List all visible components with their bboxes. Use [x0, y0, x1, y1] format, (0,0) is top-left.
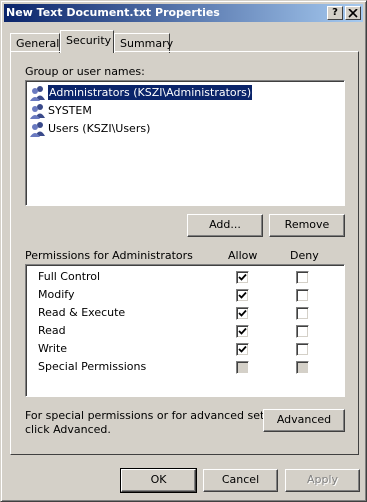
tab-general[interactable]: General — [10, 33, 60, 53]
user-group-icon — [30, 85, 45, 101]
permission-name: Full Control — [38, 270, 101, 283]
cancel-button[interactable]: Cancel — [203, 469, 278, 492]
group-names-label: Group or user names: — [25, 65, 145, 78]
allow-header: Allow — [228, 249, 258, 262]
permissions-list: Full Control Modify Read & Execute Read Writ… — [25, 264, 345, 397]
advanced-hint-line1: For special permissions or for advanced … — [25, 409, 295, 422]
user-name: SYSTEM — [48, 104, 92, 117]
allow-checkbox[interactable] — [236, 271, 249, 284]
permissions-label: Permissions for Administrators — [25, 249, 193, 262]
close-icon — [348, 8, 358, 18]
deny-checkbox[interactable] — [296, 325, 309, 338]
permission-row: Read & Execute — [38, 306, 125, 324]
permission-row: Full Control — [38, 270, 100, 288]
deny-checkbox — [296, 361, 309, 374]
permission-row: Read — [38, 324, 66, 342]
checkmark-icon — [238, 345, 247, 353]
apply-button[interactable]: Apply — [285, 469, 360, 492]
tab-security-label: Security — [66, 34, 112, 47]
tab-summary[interactable]: Summary — [114, 33, 174, 53]
list-item[interactable]: Users (KSZI\Users) — [30, 120, 153, 137]
user-group-icon — [30, 103, 45, 119]
allow-checkbox[interactable] — [236, 325, 249, 338]
tab-summary-label: Summary — [120, 37, 174, 50]
window-title: New Text Document.txt Properties — [6, 6, 220, 19]
permission-row: Special Permissions — [38, 360, 146, 378]
deny-checkbox[interactable] — [296, 343, 309, 356]
user-group-icon — [30, 121, 45, 137]
allow-checkbox[interactable] — [236, 307, 249, 320]
allow-checkbox[interactable] — [236, 343, 249, 356]
deny-checkbox[interactable] — [296, 271, 309, 284]
deny-checkbox[interactable] — [296, 307, 309, 320]
allow-checkbox — [236, 361, 249, 374]
security-panel: Group or user names: Administrators (KSZ… — [10, 51, 359, 455]
ok-button[interactable]: OK — [120, 468, 197, 493]
tab-general-label: General — [16, 37, 60, 50]
remove-button[interactable]: Remove — [269, 214, 345, 237]
add-button[interactable]: Add... — [187, 214, 263, 237]
user-name: Administrators (KSZI\Administrators) — [48, 85, 253, 100]
close-button[interactable] — [345, 6, 361, 20]
checkmark-icon — [238, 291, 247, 299]
advanced-button[interactable]: Advanced — [263, 409, 345, 432]
user-name: Users (KSZI\Users) — [48, 122, 151, 135]
allow-checkbox[interactable] — [236, 289, 249, 302]
properties-dialog: New Text Document.txt Properties ? Gener… — [0, 0, 367, 502]
permission-name: Write — [38, 342, 68, 355]
user-listbox[interactable]: Administrators (KSZI\Administrators) SYS… — [25, 80, 345, 206]
permission-name: Special Permissions — [38, 360, 147, 373]
title-bar[interactable]: New Text Document.txt Properties ? — [4, 4, 363, 22]
help-button[interactable]: ? — [327, 6, 343, 20]
checkmark-icon — [238, 327, 247, 335]
permission-row: Write — [38, 342, 67, 360]
tab-security[interactable]: Security — [60, 30, 114, 53]
permission-name: Read & Execute — [38, 306, 126, 319]
advanced-hint-line2: click Advanced. — [25, 423, 111, 436]
deny-header: Deny — [290, 249, 319, 262]
permission-name: Modify — [38, 288, 75, 301]
permission-name: Read — [38, 324, 66, 337]
list-item[interactable]: SYSTEM — [30, 102, 95, 119]
deny-checkbox[interactable] — [296, 289, 309, 302]
checkmark-icon — [238, 309, 247, 317]
list-item[interactable]: Administrators (KSZI\Administrators) — [30, 84, 255, 101]
checkmark-icon — [238, 273, 247, 281]
permission-row: Modify — [38, 288, 74, 306]
